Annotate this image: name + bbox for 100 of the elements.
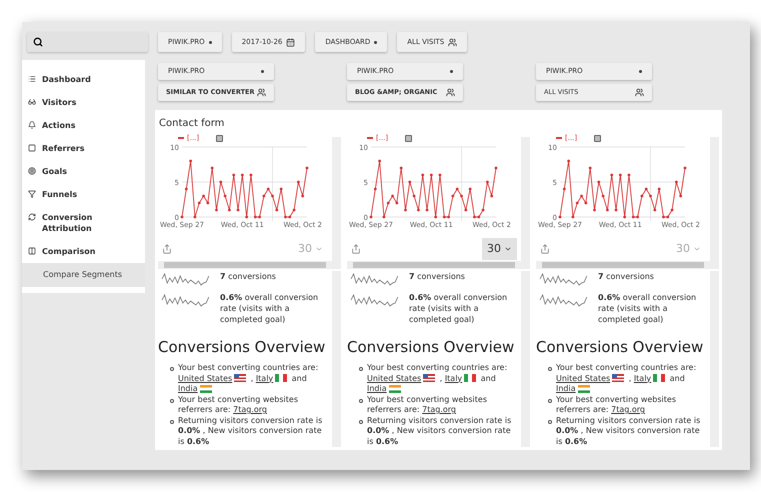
image-icon[interactable] [216,134,224,142]
data-point [430,174,433,176]
columns-icon [28,247,36,255]
link[interactable]: India [367,384,387,393]
data-point [614,208,618,212]
metric-text: 0.6% overall conversion rate (visits with a completed goal) [598,292,698,325]
data-point [618,174,622,176]
data-point [452,194,454,198]
data-point [438,174,442,176]
target-icon [28,167,36,175]
data-point [426,208,428,212]
data-point [280,188,283,190]
link[interactable]: 7tag.org [233,405,268,414]
data-point [649,194,652,198]
bullet-icon [548,367,552,371]
data-point [250,174,252,176]
data-point [184,188,188,190]
data-point [434,216,438,218]
export-icon[interactable] [162,244,172,254]
data-point [679,194,682,198]
horizontal-scrollbar[interactable] [347,261,521,269]
metric-text: 7 conversions [598,271,655,282]
link[interactable]: United States [556,374,610,382]
bullet-text: Your best converting countries are: United States , Italy and India [367,363,508,394]
data-point [395,202,398,204]
bullet-icon [548,420,552,424]
section-heading: Conversions Overview [347,337,516,357]
bullet-icon [359,367,363,371]
link[interactable]: India [556,384,576,393]
period-selector[interactable]: 30 [482,238,517,260]
search-field[interactable] [27,32,148,52]
search-icon [33,37,43,47]
link[interactable]: United States [367,374,422,382]
data-point [198,202,201,204]
nav-item[interactable]: Dashboard [22,68,145,91]
data-point [224,194,226,198]
section-heading: Conversions Overview [536,337,704,357]
list-icon [28,75,36,83]
bullet-text: Your best converting websites referrers are: 7tag.org [178,394,299,416]
data-point [464,208,468,212]
nav-item[interactable]: Goals [22,160,145,183]
data-point [180,216,184,218]
data-point [210,166,214,170]
data-point [417,208,420,212]
export-icon[interactable] [351,244,361,254]
nav-item[interactable]: Actions [22,114,145,137]
link[interactable]: 7tag.org [422,405,456,414]
data-point [588,166,592,170]
link[interactable]: India [178,384,198,393]
bullet-text: Your best converting countries are: United States , Italy and India [556,363,698,394]
bullet-text: Returning visitors conversion rate is 0.0% , New visitors conversion rate is 0.6% [556,416,702,447]
link[interactable]: Italy [444,374,462,382]
bullet-icon [170,420,174,424]
data-point [271,194,274,198]
export-icon[interactable] [540,244,550,254]
data-point [206,202,210,204]
horizontal-scrollbar[interactable] [158,261,332,269]
data-point [640,194,644,198]
data-point [370,216,372,218]
bullet-text: Your best converting websites referrers are: 7tag.org [556,394,677,416]
section-heading: Conversions Overview [158,337,326,357]
data-point [490,194,494,198]
data-point [306,166,308,170]
metric-text: 7 conversions [409,271,466,282]
data-point [653,208,656,212]
bell-icon [28,121,36,129]
nav-item[interactable]: Referrers [22,137,145,160]
link[interactable]: 7tag.org [611,405,646,414]
data-point [378,160,382,162]
data-point [245,216,248,218]
metric-text: 7 conversions [220,271,277,282]
nav-item[interactable]: Funnels [22,183,145,206]
data-point [494,166,498,170]
users-icon [257,88,266,97]
nav-subitem[interactable]: Compare Segments [22,263,145,287]
data-point [674,180,678,184]
link[interactable]: United States [178,374,232,382]
nav-item[interactable]: Visitors [22,91,145,114]
data-point [593,208,596,212]
refresh-icon [28,213,36,221]
horizontal-scrollbar[interactable] [536,261,710,269]
square-icon [28,144,36,152]
nav-item[interactable]: Conversion Attribution [22,206,145,240]
calendar-icon [286,38,296,46]
image-icon[interactable] [594,134,602,142]
data-point [421,174,424,176]
data-point [486,180,489,184]
data-point [266,188,270,190]
data-point [658,188,661,190]
link[interactable]: Italy [256,374,274,382]
nav-item[interactable]: Comparison [22,240,145,263]
bullet-icon [170,398,174,402]
data-point [194,216,196,218]
data-point [468,188,472,190]
data-point [606,208,609,212]
data-point [597,180,600,184]
link[interactable]: Italy [634,374,652,382]
image-icon[interactable] [405,134,412,142]
data-point [684,166,686,170]
data-point [262,194,266,198]
